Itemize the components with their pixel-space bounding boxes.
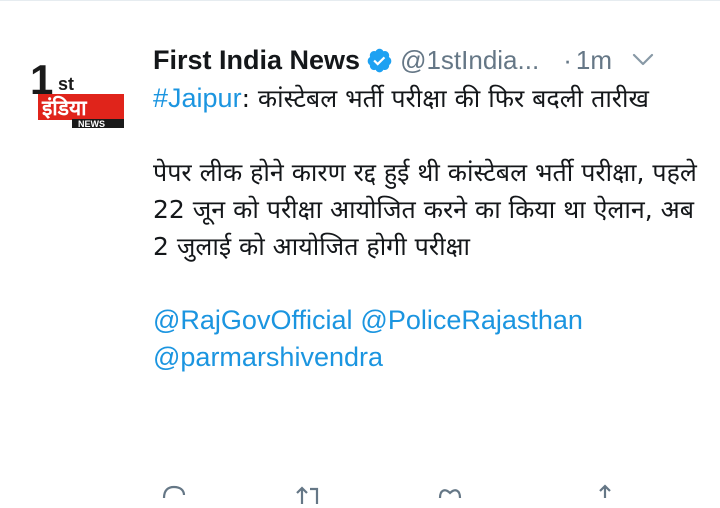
hashtag-link[interactable]: #Jaipur xyxy=(153,83,242,113)
author-handle[interactable]: @1stIndia... xyxy=(400,45,539,76)
author-avatar[interactable]: 1 st इंडिया NEWS xyxy=(28,56,126,129)
first-india-logo: 1 st इंडिया NEWS xyxy=(30,56,124,129)
heart-icon[interactable] xyxy=(435,484,469,504)
tweet-mentions: @RajGovOfficial @PoliceRajasthan @parmars… xyxy=(153,302,698,376)
tweet-actions xyxy=(150,484,710,504)
share-icon[interactable] xyxy=(590,484,624,504)
tweet-headline: : कांस्टेबल भर्ती परीक्षा की फिर बदली ता… xyxy=(241,84,649,113)
tweet-paragraph-1: #Jaipur: कांस्टेबल भर्ती परीक्षा की फिर … xyxy=(153,80,698,117)
mention-link[interactable]: @parmarshivendra xyxy=(153,342,383,372)
time-separator: · xyxy=(563,44,572,75)
mention-link[interactable]: @RajGovOfficial xyxy=(153,305,352,335)
logo-news: NEWS xyxy=(78,119,105,128)
retweet-icon[interactable] xyxy=(293,484,327,504)
tweet-header: First India News @1stIndia... · 1m xyxy=(153,40,703,80)
author-name[interactable]: First India News xyxy=(153,45,360,76)
chevron-down-icon[interactable] xyxy=(630,47,656,73)
logo-india: इंडिया xyxy=(41,95,88,120)
reply-icon[interactable] xyxy=(158,484,192,504)
tweet-paragraph-2: पेपर लीक होने कारण रद्द हुई थी कांस्टेबल… xyxy=(153,158,697,261)
logo-st: st xyxy=(58,74,74,94)
tweet-time[interactable]: 1m xyxy=(576,45,612,76)
mention-link[interactable]: @PoliceRajasthan xyxy=(360,305,583,335)
verified-badge-icon xyxy=(366,47,393,74)
top-divider xyxy=(0,0,720,1)
tweet-body: #Jaipur: कांस्टेबल भर्ती परीक्षा की फिर … xyxy=(153,80,698,376)
